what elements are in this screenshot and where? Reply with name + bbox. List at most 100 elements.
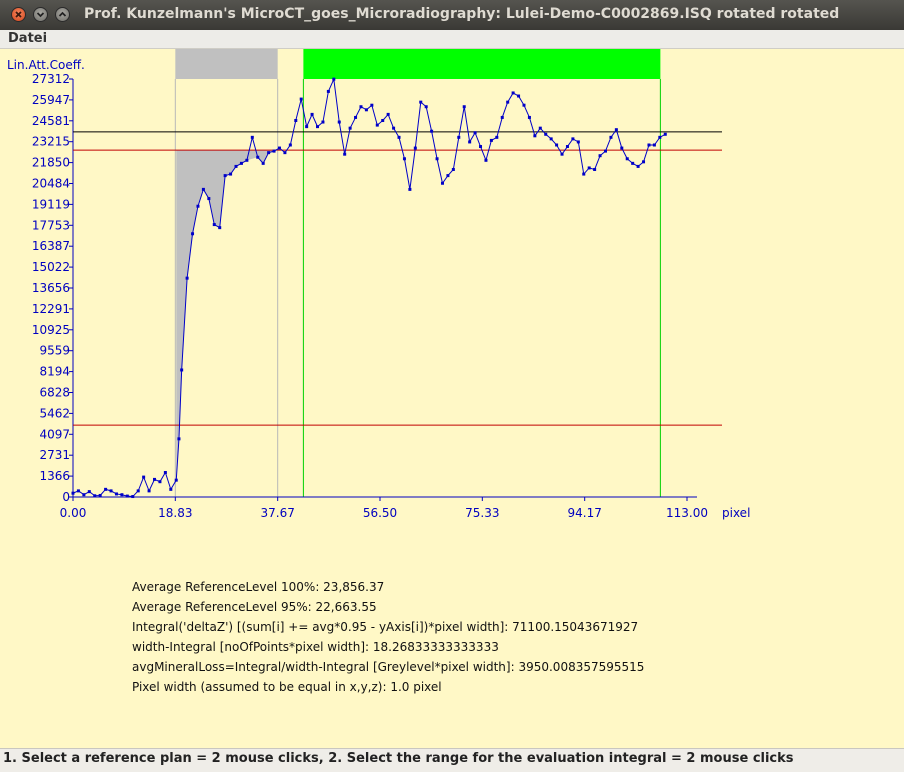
x-tick-label: 94.17 — [568, 506, 602, 520]
width-integral: width-Integral [noOfPoints*pixel width]:… — [132, 640, 499, 654]
series-line — [72, 77, 666, 498]
y-tick-label: 19119 — [32, 197, 70, 211]
y-tick-label: 23215 — [32, 135, 70, 149]
data-point — [207, 197, 211, 201]
y-tick-label: 21850 — [32, 156, 70, 170]
data-point — [625, 157, 629, 161]
data-point — [386, 112, 390, 116]
data-point — [593, 167, 597, 171]
data-point — [239, 161, 243, 165]
data-point — [614, 128, 618, 132]
data-point — [413, 146, 417, 150]
data-point — [647, 143, 651, 147]
data-point — [201, 187, 205, 191]
y-tick-label: 27312 — [32, 72, 70, 86]
avg-mineral-loss: avgMineralLoss=Integral/width-Integral [… — [132, 660, 645, 674]
x-tick-label: 18.83 — [158, 506, 192, 520]
data-point — [408, 187, 412, 191]
profile-chart[interactable]: 0 1366 2731 4097 5462 6828 8194 9559 10925 12291 1… — [0, 49, 904, 579]
data-point — [473, 131, 477, 135]
data-point — [663, 132, 667, 136]
reference-lines — [73, 131, 722, 426]
data-point — [620, 146, 624, 150]
y-tick-label: 15022 — [32, 260, 70, 274]
data-point — [468, 140, 472, 144]
data-point — [109, 489, 113, 493]
y-tick-label: 12291 — [32, 302, 70, 316]
data-point — [283, 151, 287, 155]
data-point — [576, 140, 580, 144]
status-text: 1. Select a reference plan = 2 mouse cli… — [3, 751, 794, 766]
data-point — [136, 489, 140, 493]
data-point — [299, 97, 303, 101]
x-axis-label: pixel — [722, 506, 750, 520]
y-tick-label: 24581 — [32, 114, 70, 128]
data-point — [114, 492, 118, 496]
data-point — [381, 119, 385, 123]
data-point — [245, 158, 249, 162]
data-point — [147, 489, 151, 493]
data-series — [71, 77, 667, 499]
data-point — [185, 276, 189, 280]
data-point — [571, 137, 575, 141]
data-point — [527, 115, 531, 119]
y-tick-label: 4097 — [39, 427, 70, 441]
maximize-window-button[interactable] — [55, 7, 70, 22]
y-tick-label: 0 — [62, 490, 70, 504]
x-tick-label: 113.00 — [666, 506, 708, 520]
data-point — [256, 155, 260, 159]
chevron-down-icon — [36, 12, 45, 18]
data-point — [87, 490, 91, 494]
close-window-button[interactable] — [11, 7, 26, 22]
data-point — [598, 154, 602, 158]
data-point — [642, 160, 646, 164]
data-point — [196, 204, 200, 208]
data-point — [337, 120, 341, 124]
data-point — [158, 480, 162, 484]
data-point — [484, 158, 488, 162]
data-point — [229, 172, 233, 176]
data-point — [82, 493, 86, 497]
data-point — [522, 103, 526, 107]
data-point — [375, 123, 379, 127]
data-point — [348, 126, 352, 130]
data-point — [636, 164, 640, 168]
minimize-window-button[interactable] — [33, 7, 48, 22]
y-tick-label: 6828 — [39, 386, 70, 400]
data-point — [533, 134, 537, 138]
y-tick-label: 9559 — [39, 344, 70, 358]
data-point — [658, 135, 662, 139]
data-point — [316, 125, 320, 129]
reference-level-100: Average ReferenceLevel 100%: 23,856.37 — [132, 580, 385, 594]
pixel-width: Pixel width (assumed to be equal in x,y,… — [132, 680, 442, 694]
data-point — [180, 368, 184, 372]
data-point — [250, 135, 254, 139]
data-point — [538, 126, 542, 130]
data-point — [234, 164, 238, 168]
data-point — [310, 112, 314, 116]
data-point — [544, 132, 548, 136]
x-tick-label: 37.67 — [261, 506, 295, 520]
data-point — [277, 146, 281, 150]
data-point — [419, 100, 423, 104]
data-point — [397, 135, 401, 139]
data-point — [446, 174, 450, 178]
data-point — [511, 91, 515, 95]
integral-value: Integral('deltaZ') [(sum[i] += avg*0.95 … — [132, 620, 639, 634]
x-tick-label: 75.33 — [465, 506, 499, 520]
y-tick-label: 1366 — [39, 469, 70, 483]
data-point — [359, 105, 363, 109]
data-point — [435, 157, 439, 161]
data-point — [587, 166, 591, 170]
title-bar[interactable]: Prof. Kunzelmann's MicroCT_goes_Microrad… — [0, 0, 904, 31]
data-point — [104, 487, 108, 491]
data-point — [631, 161, 635, 165]
data-point — [451, 167, 455, 171]
reference-range-band — [175, 49, 278, 79]
data-point — [142, 475, 146, 479]
menu-datei[interactable]: Datei — [8, 31, 47, 46]
x-tick-label: 56.50 — [363, 506, 397, 520]
data-point — [424, 105, 428, 109]
menu-bar: Datei — [0, 30, 904, 49]
data-point — [402, 157, 406, 161]
